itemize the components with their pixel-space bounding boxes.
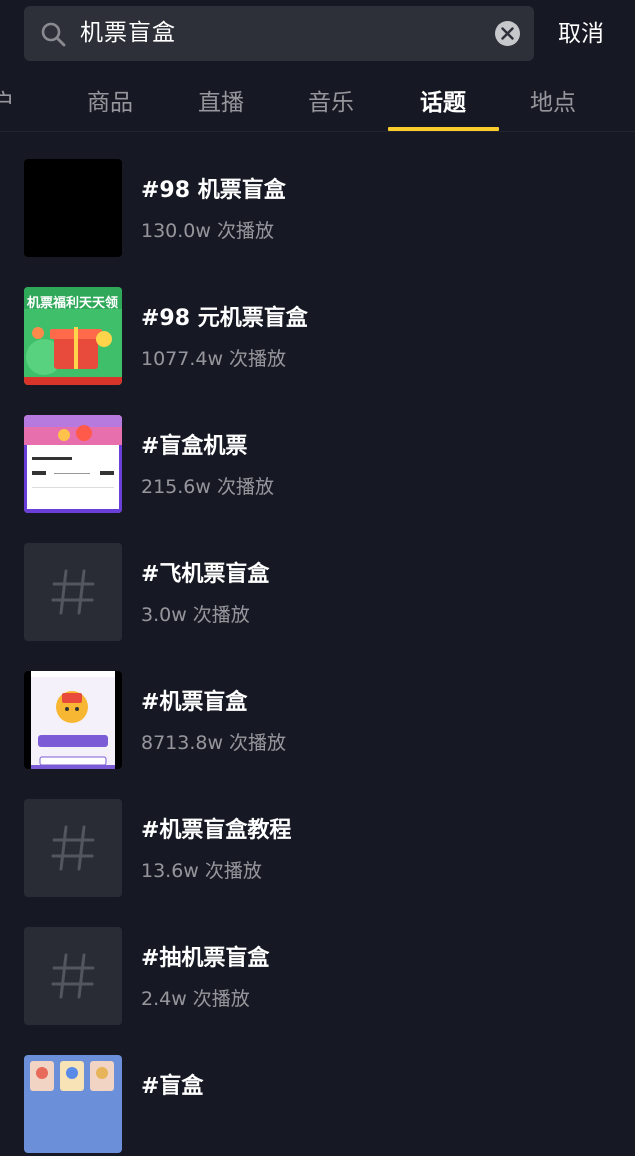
topic-title: #抽机票盲盒: [141, 946, 270, 971]
category-tabs: 户 商品 直播 音乐 话题 地点: [0, 68, 635, 132]
play-count: 8713.8w 次播放: [141, 732, 287, 754]
list-item[interactable]: 机票福利天天领 #98 元机票盲盒 1077.4w 次播放: [0, 260, 635, 388]
play-count: 2.4w 次播放: [141, 988, 250, 1010]
search-bar: 机票盲盒 取消: [0, 0, 635, 68]
promo-image-text: 机票福利天天领: [27, 296, 119, 311]
tab-music[interactable]: 音乐: [281, 86, 381, 120]
game-screenshot-image: [24, 1055, 122, 1153]
tab-live[interactable]: 直播: [171, 86, 271, 120]
search-input[interactable]: 机票盲盒: [80, 6, 176, 61]
clear-search-button[interactable]: [495, 21, 520, 46]
play-count: 13.6w 次播放: [141, 860, 262, 882]
play-count: 3.0w 次播放: [141, 604, 250, 626]
active-tab-indicator: [388, 127, 499, 131]
tab-places[interactable]: 地点: [503, 86, 603, 120]
topic-thumbnail: 机票福利天天领: [24, 287, 122, 385]
hashtag-icon: [51, 953, 95, 999]
hashtag-icon: [51, 569, 95, 615]
search-box[interactable]: 机票盲盒: [24, 6, 534, 61]
topic-title: #机票盲盒: [141, 690, 248, 715]
topic-title: #飞机票盲盒: [141, 562, 270, 587]
list-item[interactable]: #飞机票盲盒 3.0w 次播放: [0, 516, 635, 644]
tab-topics[interactable]: 话题: [393, 86, 493, 120]
list-item[interactable]: #抽机票盲盒 2.4w 次播放: [0, 900, 635, 1028]
topic-title: #盲盒机票: [141, 434, 248, 459]
play-count: 215.6w 次播放: [141, 476, 274, 498]
search-icon: [41, 22, 66, 47]
tab-products[interactable]: 商品: [60, 86, 160, 120]
topic-thumbnail: [24, 671, 122, 769]
cancel-button[interactable]: 取消: [558, 14, 604, 54]
close-icon: [501, 27, 514, 40]
topic-thumbnail: [24, 543, 122, 641]
tab-users[interactable]: 户: [0, 86, 28, 120]
list-item[interactable]: #盲盒: [0, 1028, 635, 1156]
topic-title: #98 机票盲盒: [141, 178, 286, 203]
topic-title: #机票盲盒教程: [141, 818, 292, 843]
topic-thumbnail: [24, 415, 122, 513]
topic-thumbnail: [24, 159, 122, 257]
ticket-screenshot-image: [24, 415, 122, 513]
app-screenshot-image: [24, 671, 122, 769]
topic-thumbnail: [24, 799, 122, 897]
play-count: 1077.4w 次播放: [141, 348, 287, 370]
play-count: 130.0w 次播放: [141, 220, 274, 242]
topic-title: #盲盒: [141, 1074, 204, 1099]
hashtag-icon: [51, 825, 95, 871]
list-item[interactable]: #机票盲盒 8713.8w 次播放: [0, 644, 635, 772]
topic-thumbnail: [24, 927, 122, 1025]
list-item[interactable]: #机票盲盒教程 13.6w 次播放: [0, 772, 635, 900]
list-item[interactable]: #98 机票盲盒 130.0w 次播放: [0, 132, 635, 260]
list-item[interactable]: #盲盒机票 215.6w 次播放: [0, 388, 635, 516]
topic-thumbnail: [24, 1055, 122, 1153]
topic-title: #98 元机票盲盒: [141, 306, 308, 331]
